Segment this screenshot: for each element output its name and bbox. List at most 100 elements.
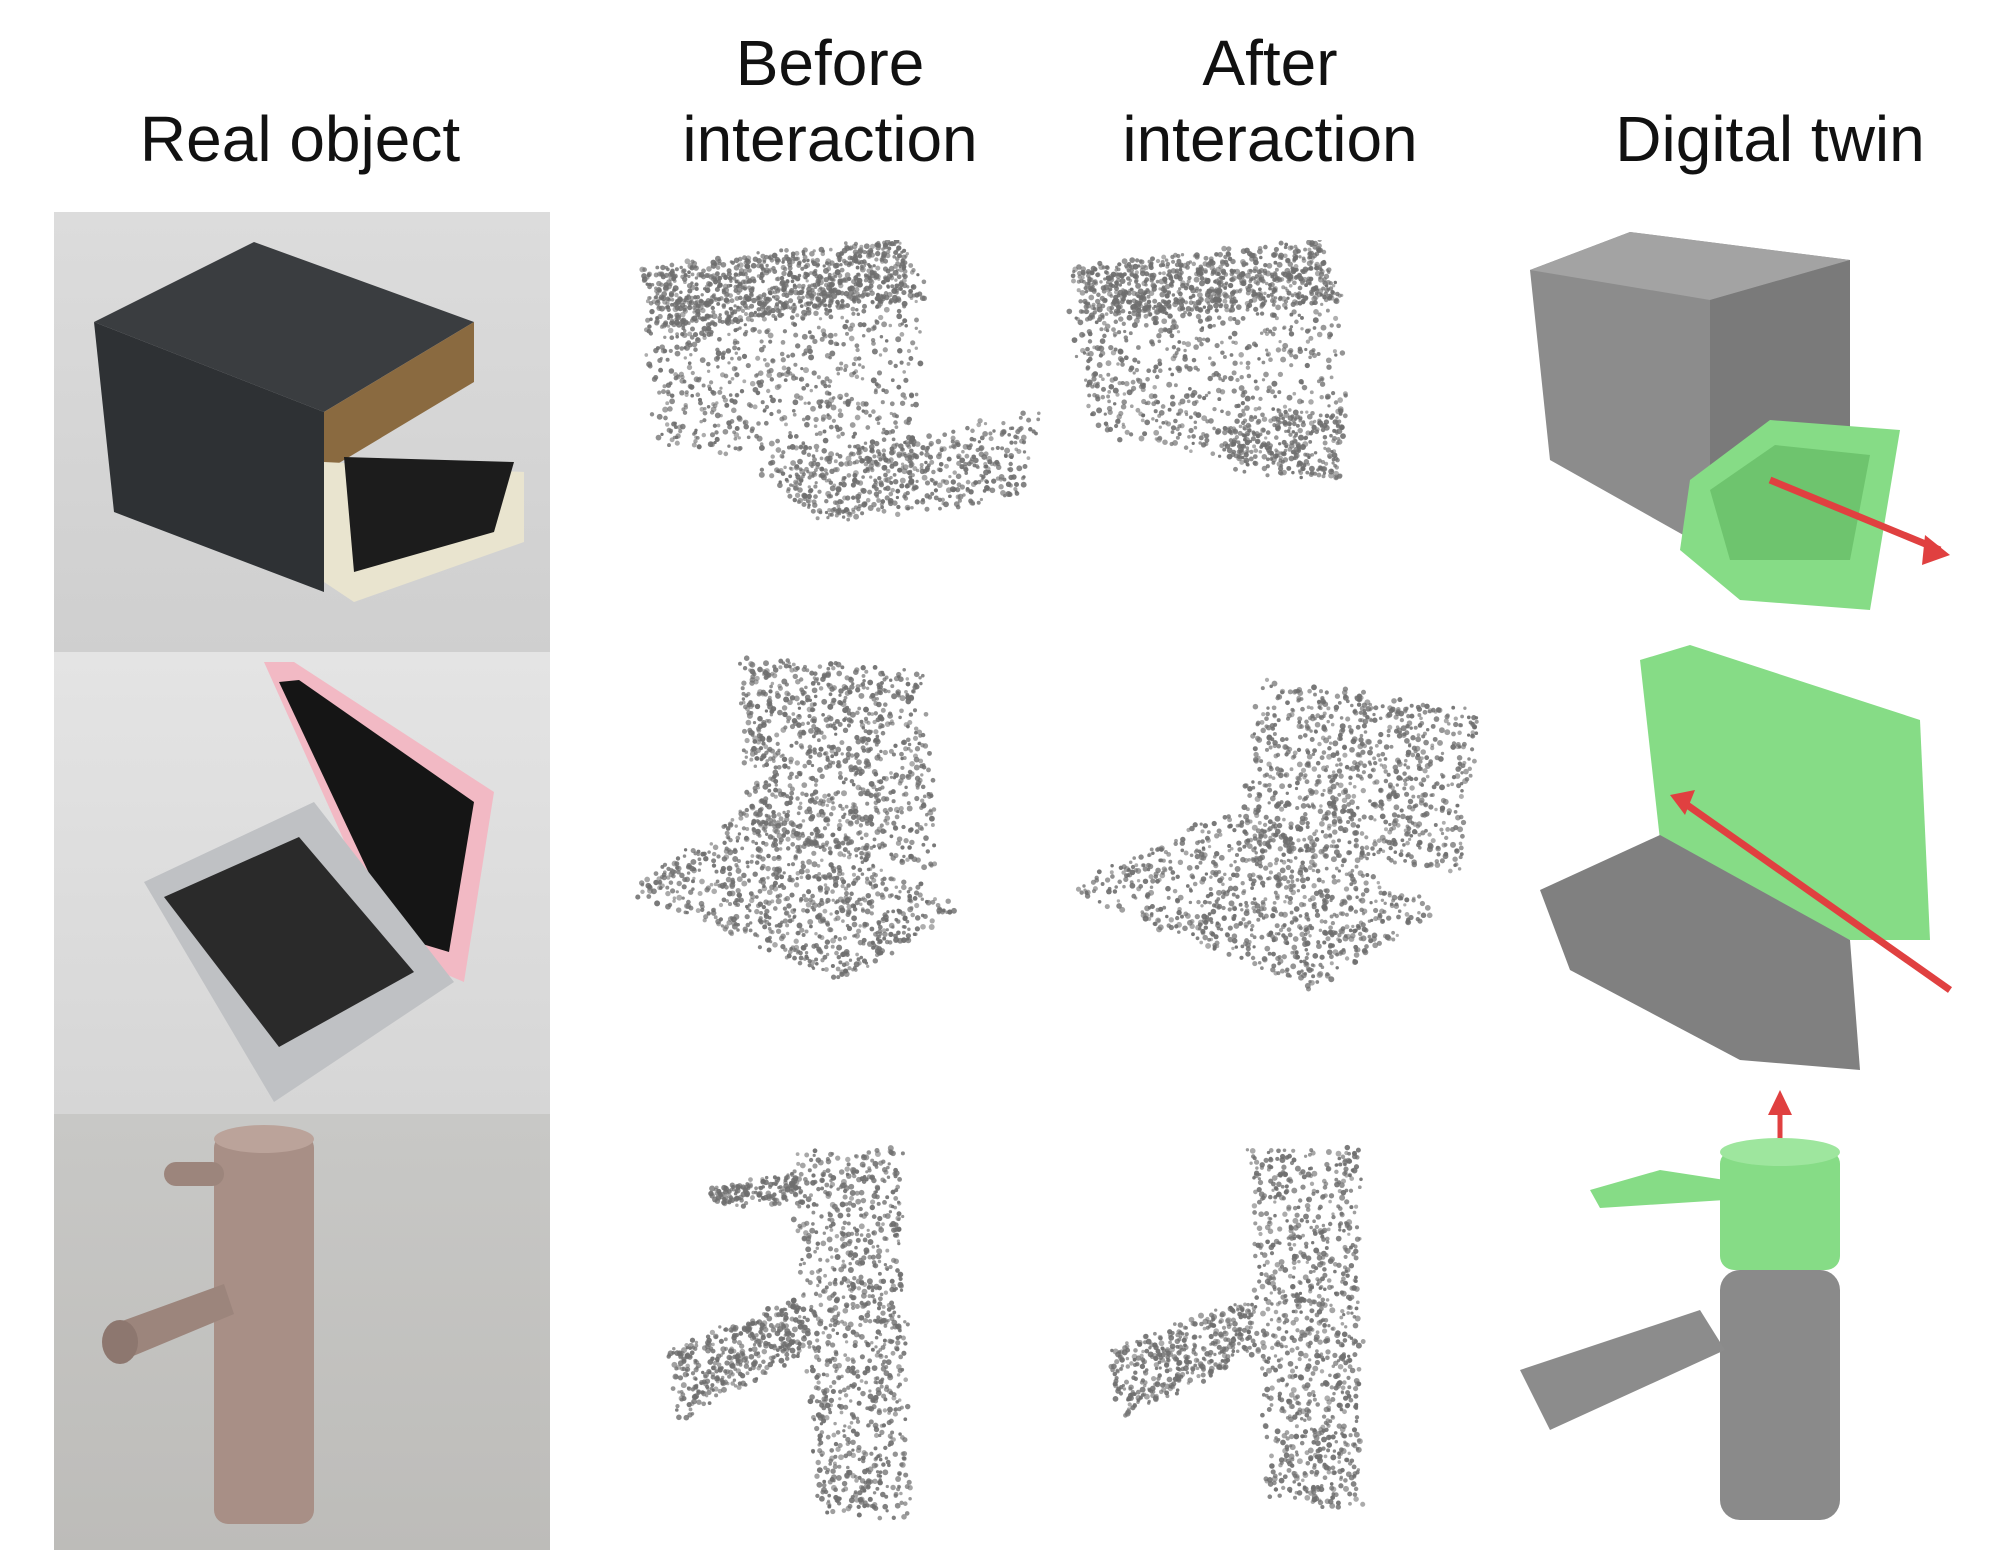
- point: [838, 461, 844, 467]
- point: [1282, 342, 1289, 349]
- point: [807, 748, 813, 754]
- point: [1187, 275, 1192, 281]
- point: [749, 380, 756, 387]
- point: [1250, 288, 1255, 294]
- point: [732, 338, 738, 344]
- point: [1253, 306, 1259, 312]
- point: [1158, 368, 1163, 373]
- point: [1179, 398, 1186, 405]
- point: [802, 247, 808, 253]
- point: [836, 822, 843, 829]
- point: [674, 312, 680, 318]
- point: [876, 454, 882, 459]
- point: [1151, 401, 1157, 407]
- point: [855, 952, 859, 957]
- point: [806, 452, 812, 457]
- point: [872, 264, 876, 268]
- point: [1264, 436, 1268, 440]
- point: [1252, 444, 1257, 449]
- point: [781, 260, 785, 264]
- point: [899, 477, 906, 484]
- point: [1275, 347, 1282, 353]
- point: [840, 500, 844, 504]
- point: [1127, 281, 1132, 286]
- point: [921, 864, 927, 871]
- point: [1134, 258, 1140, 263]
- point: [1157, 339, 1162, 344]
- point: [1313, 451, 1318, 455]
- point: [765, 263, 769, 268]
- point: [787, 800, 793, 806]
- point: [750, 262, 757, 269]
- point: [1122, 392, 1127, 396]
- point: [1235, 304, 1242, 310]
- point: [925, 445, 930, 450]
- point: [874, 296, 880, 302]
- point: [801, 295, 805, 300]
- point: [1082, 298, 1088, 305]
- point: [706, 361, 711, 367]
- point: [1184, 410, 1189, 415]
- point: [803, 264, 809, 270]
- point: [1276, 261, 1283, 268]
- point: [825, 803, 830, 808]
- point: [823, 750, 829, 756]
- point: [1327, 404, 1331, 408]
- point: [653, 272, 659, 278]
- point: [1155, 305, 1160, 310]
- point: [1217, 454, 1222, 458]
- point: [842, 686, 846, 691]
- point: [738, 661, 742, 666]
- point: [1223, 292, 1229, 299]
- point: [822, 333, 828, 339]
- point: [955, 473, 962, 480]
- point: [1320, 260, 1326, 267]
- point: [695, 908, 701, 914]
- point: [1001, 420, 1006, 426]
- point: [880, 828, 886, 834]
- point: [811, 687, 818, 694]
- point: [1101, 377, 1105, 382]
- point: [874, 829, 881, 835]
- point: [817, 934, 822, 939]
- point: [808, 815, 815, 822]
- point: [824, 499, 829, 504]
- point: [1203, 255, 1209, 261]
- point: [849, 371, 855, 378]
- point: [907, 845, 912, 850]
- point: [679, 346, 684, 351]
- point: [858, 768, 865, 775]
- point: [1170, 372, 1175, 377]
- point: [701, 432, 707, 438]
- point: [1074, 354, 1079, 359]
- point: [649, 308, 655, 315]
- point: [930, 491, 935, 496]
- point: [827, 391, 832, 396]
- point: [844, 675, 850, 681]
- point: [881, 448, 887, 453]
- point: [1254, 431, 1260, 437]
- point: [933, 897, 937, 902]
- point: [823, 817, 829, 823]
- point: [1289, 245, 1294, 250]
- point: [1217, 397, 1222, 402]
- point: [906, 725, 910, 729]
- point: [835, 486, 842, 493]
- point: [760, 819, 766, 825]
- point: [1310, 410, 1315, 416]
- point: [1309, 259, 1314, 264]
- point: [1284, 286, 1288, 290]
- point: [861, 365, 865, 369]
- point: [870, 338, 876, 343]
- point: [759, 910, 764, 915]
- point: [683, 402, 688, 408]
- point: [937, 451, 943, 457]
- point: [701, 326, 707, 332]
- point: [1250, 395, 1255, 400]
- point: [1291, 430, 1296, 434]
- point: [687, 305, 693, 311]
- point: [710, 305, 715, 311]
- point: [826, 291, 833, 298]
- point: [706, 331, 712, 337]
- point: [717, 282, 723, 288]
